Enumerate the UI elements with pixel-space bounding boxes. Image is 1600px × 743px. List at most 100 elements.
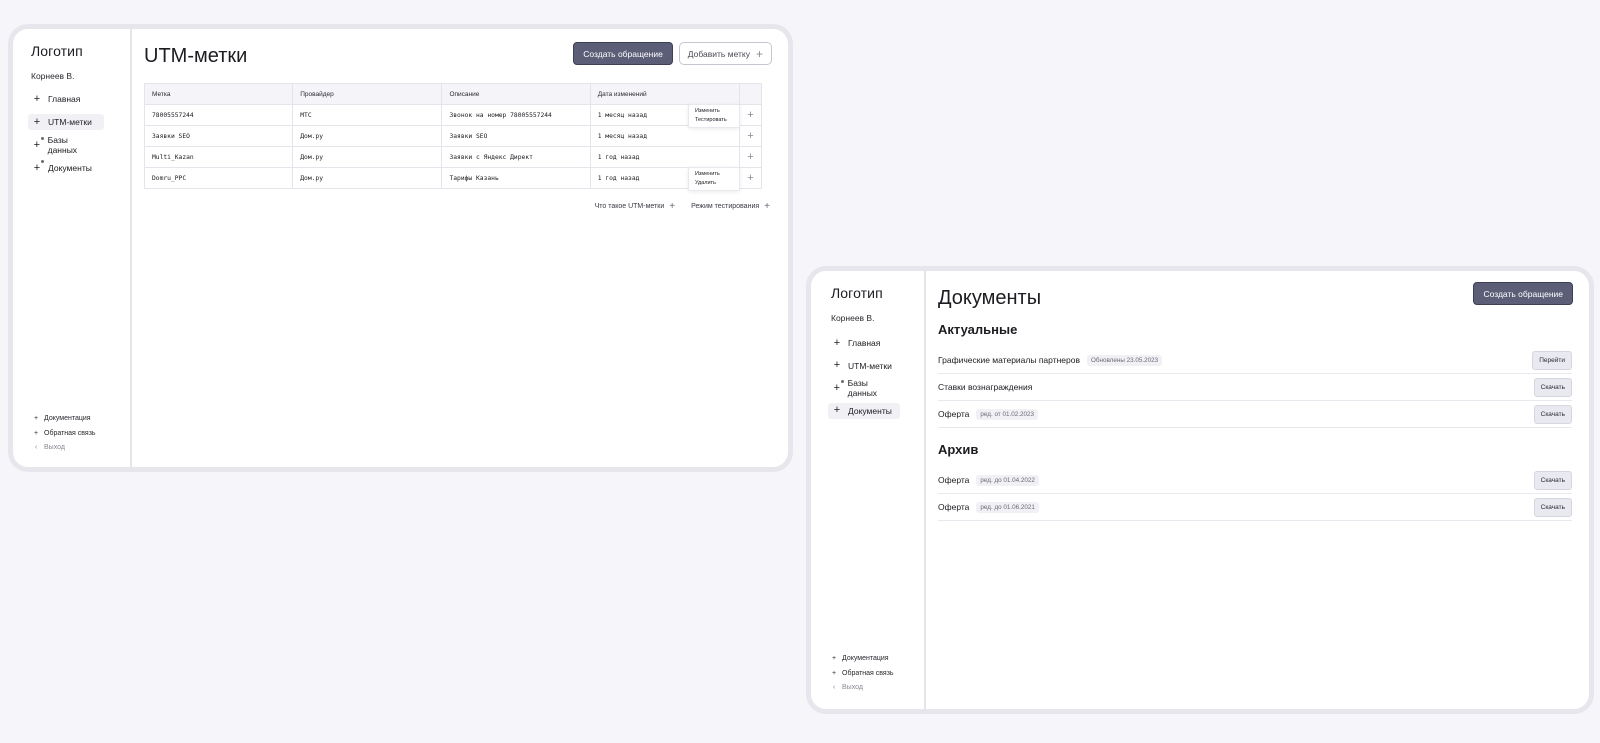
row-context-menu: Изменить Удалить xyxy=(687,167,740,191)
document-name[interactable]: Оферта xyxy=(938,409,969,419)
document-row: Оферта ред. от 01.02.2023 Скачать xyxy=(938,401,1572,428)
test-mode-link[interactable]: Режим тестирования + xyxy=(691,201,770,212)
row-menu-icon[interactable]: + xyxy=(738,146,763,168)
row-menu-icon[interactable]: + xyxy=(738,167,763,189)
documentation-label: Документация xyxy=(44,415,91,422)
logout-link[interactable]: ‹ Выход xyxy=(831,682,894,693)
cell-tag: Multi_Kazan xyxy=(143,146,294,168)
sidebar-item-home[interactable]: + Главная xyxy=(828,335,904,351)
sidebar-item-label: Документы xyxy=(848,405,892,416)
document-badge: Обновлены 23.05.2023 xyxy=(1086,354,1163,366)
document-list: Графические материалы партнеров Обновлен… xyxy=(938,347,1572,428)
cell-provider: Дом.ру xyxy=(292,146,443,168)
documentation-link[interactable]: + Документация xyxy=(831,653,894,664)
main-content: Документы Создать обращение Актуальные Г… xyxy=(926,271,1589,709)
sidebar-item-documents[interactable]: + Документы xyxy=(828,402,900,419)
menu-item-delete[interactable]: Удалить xyxy=(695,179,733,188)
menu-item-edit[interactable]: Изменить xyxy=(695,170,733,179)
cell-description: Заявки с Яндекс Директ xyxy=(441,146,591,168)
create-request-button[interactable]: Создать обращение xyxy=(573,42,673,65)
row-context-menu: Изменить Тестировать xyxy=(687,104,740,128)
sidebar-nav: + Главная + UTM-метки + Базы данных + До… xyxy=(828,335,924,419)
document-name[interactable]: Графические материалы партнеров xyxy=(938,355,1080,365)
feedback-label: Обратная связь xyxy=(842,669,894,677)
cell-tag: Domru_PPC xyxy=(143,167,294,189)
cell-description: Тарифы Казань xyxy=(441,167,591,189)
main-content: UTM-метки Создать обращение Добавить мет… xyxy=(132,29,788,467)
date-text: 1 месяц назад xyxy=(597,111,647,119)
document-name[interactable]: Ставки вознаграждения xyxy=(938,382,1032,392)
sidebar-item-label: UTM-метки xyxy=(48,117,92,127)
sidebar-item-label: Главная xyxy=(48,94,81,104)
cell-date: 1 месяц назад Изменить Тестировать xyxy=(589,104,740,128)
logo: Логотип xyxy=(831,285,883,301)
logout-label: Выход xyxy=(44,444,65,451)
cell-date: 1 год назад xyxy=(589,146,740,168)
column-header-tag[interactable]: Метка xyxy=(143,83,294,105)
menu-item-edit[interactable]: Изменить xyxy=(695,107,733,116)
plus-icon: + xyxy=(33,115,41,128)
sidebar-item-label: Главная xyxy=(848,338,881,348)
section-current: Актуальные Графические материалы партнер… xyxy=(938,322,1572,428)
what-is-utm-label: Что такое UTM-метки xyxy=(594,203,665,210)
document-row: Оферта ред. до 01.04.2022 Скачать xyxy=(938,467,1572,494)
sidebar-item-utm[interactable]: + UTM-метки xyxy=(28,114,104,130)
sidebar: Логотип Корнеев В. + Главная + UTM-метки… xyxy=(13,29,132,467)
row-menu-icon[interactable]: + xyxy=(738,104,763,126)
open-button[interactable]: Перейти xyxy=(1532,351,1572,370)
section-title: Актуальные xyxy=(938,322,1018,337)
sidebar-item-home[interactable]: + Главная xyxy=(28,91,104,107)
section-archive: Архив Оферта ред. до 01.04.2022 Скачать … xyxy=(938,442,1572,521)
cell-description: Заявки SEO xyxy=(441,125,591,147)
table-row[interactable]: Заявки SEO Дом.ру Заявки SEO 1 месяц наз… xyxy=(143,125,763,147)
table-row[interactable]: 78005557244 МТС Звонок на номер 78005557… xyxy=(143,104,763,128)
feedback-link[interactable]: + Обратная связь xyxy=(831,668,894,679)
table-row[interactable]: Domru_PPC Дом.ру Тарифы Казань 1 год наз… xyxy=(143,167,763,191)
cell-tag: 78005557244 xyxy=(143,104,294,126)
cell-description: Звонок на номер 78005557244 xyxy=(441,104,591,126)
chevron-left-icon: ‹ xyxy=(832,684,836,691)
column-header-date[interactable]: Дата изменений xyxy=(589,83,740,105)
sidebar: Логотип Корнеев В. + Главная + UTM-метки… xyxy=(811,271,926,709)
document-row: Ставки вознаграждения Скачать xyxy=(938,374,1572,401)
user-name: Корнеев В. xyxy=(831,313,875,323)
create-request-button[interactable]: Создать обращение xyxy=(1473,282,1573,305)
document-badge: ред. до 01.06.2021 xyxy=(976,501,1039,513)
table-row[interactable]: Multi_Kazan Дом.ру Заявки с Яндекс Дирек… xyxy=(143,146,763,168)
column-header-provider[interactable]: Провайдер xyxy=(292,83,443,105)
document-badge: ред. до 01.04.2022 xyxy=(976,474,1039,486)
document-row: Графические материалы партнеров Обновлен… xyxy=(938,347,1572,374)
sidebar-item-utm[interactable]: + UTM-метки xyxy=(828,358,904,374)
cell-provider: Дом.ру xyxy=(292,167,443,189)
column-header-description[interactable]: Описание xyxy=(441,83,591,105)
what-is-utm-link[interactable]: Что такое UTM-метки + xyxy=(595,201,676,212)
sidebar-footer: + Документация + Обратная связь ‹ Выход xyxy=(33,410,96,454)
row-menu-icon[interactable]: + xyxy=(738,125,763,147)
plus-icon: + xyxy=(33,92,41,105)
plus-icon: + xyxy=(833,359,841,371)
documentation-link[interactable]: + Документация xyxy=(33,413,96,424)
header-actions: Создать обращение xyxy=(1473,282,1573,305)
menu-item-test[interactable]: Тестировать xyxy=(695,116,733,125)
download-button[interactable]: Скачать xyxy=(1533,405,1572,424)
plus-icon: + xyxy=(833,404,841,416)
feedback-link[interactable]: + Обратная связь xyxy=(33,428,96,439)
download-button[interactable]: Скачать xyxy=(1533,378,1572,397)
document-list: Оферта ред. до 01.04.2022 Скачать Оферта… xyxy=(938,467,1572,521)
logout-label: Выход xyxy=(842,684,863,691)
download-button[interactable]: Скачать xyxy=(1533,471,1572,490)
document-name[interactable]: Оферта xyxy=(938,475,969,485)
header-actions: Создать обращение Добавить метку + xyxy=(573,42,772,65)
add-tag-button[interactable]: Добавить метку + xyxy=(678,42,772,65)
sidebar-footer: + Документация + Обратная связь ‹ Выход xyxy=(831,650,894,694)
sidebar-item-label: Базы данных xyxy=(847,378,878,398)
feedback-label: Обратная связь xyxy=(44,429,96,437)
add-tag-label: Добавить метку xyxy=(687,48,750,59)
download-button[interactable]: Скачать xyxy=(1533,498,1572,517)
logout-link[interactable]: ‹ Выход xyxy=(33,442,96,453)
logo: Логотип xyxy=(31,43,83,59)
sidebar-item-databases[interactable]: + Базы данных xyxy=(28,135,104,155)
sidebar-item-databases[interactable]: + Базы данных xyxy=(828,378,904,398)
sidebar-item-documents[interactable]: + Документы xyxy=(28,159,104,176)
document-name[interactable]: Оферта xyxy=(938,502,969,512)
